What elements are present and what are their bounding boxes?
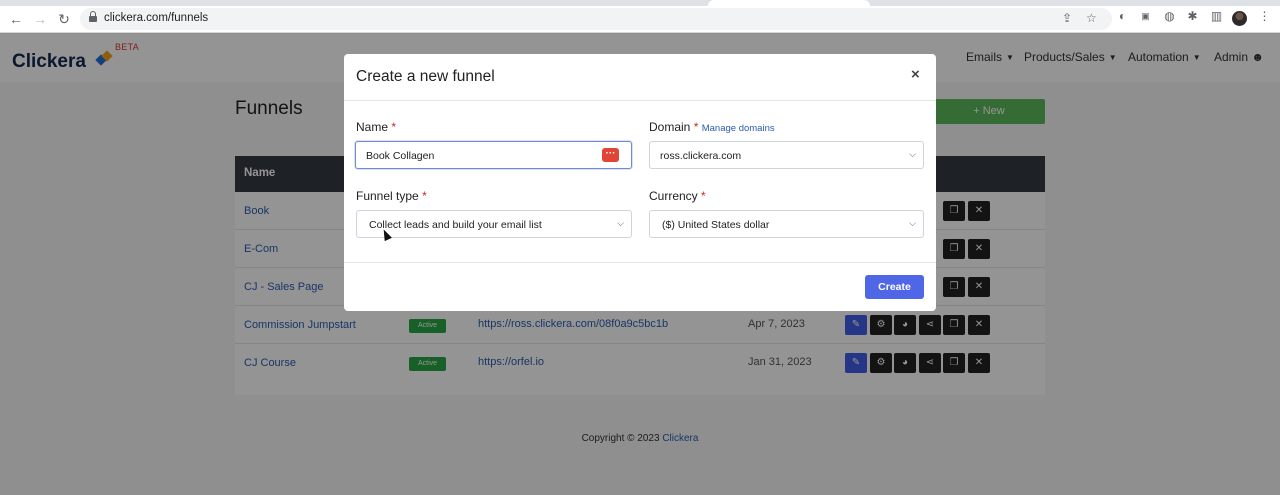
share-icon[interactable]: ⇪ xyxy=(1062,11,1072,25)
globe-icon[interactable]: ◍ xyxy=(1163,10,1176,23)
currency-select-value: ($) United States dollar xyxy=(662,219,770,231)
name-label: Name * xyxy=(356,120,397,134)
name-input[interactable]: Book Collagen ··· xyxy=(355,141,632,169)
extension-icon-1[interactable]: ◐ xyxy=(1116,10,1129,23)
bookmark-star-icon[interactable]: ☆ xyxy=(1086,11,1097,25)
password-manager-icon[interactable]: ··· xyxy=(602,148,619,162)
funnel-type-select-value: Collect leads and build your email list xyxy=(369,219,542,231)
manage-domains-link[interactable]: Manage domains xyxy=(702,123,775,134)
modal-title: Create a new funnel xyxy=(356,68,495,85)
browser-toolbar: ← → ↻ clickera.com/funnels ⇪ ☆ ◐ ▣ ◍ ✱ ▥… xyxy=(0,6,1280,33)
chevron-down-icon: ⌵ xyxy=(617,218,624,228)
forward-icon[interactable]: → xyxy=(31,10,49,28)
puzzle-icon[interactable]: ✱ xyxy=(1186,10,1199,23)
domain-select[interactable]: ross.clickera.com ⌵ xyxy=(649,141,924,169)
back-icon[interactable]: ← xyxy=(7,10,25,28)
domain-select-value: ross.clickera.com xyxy=(660,150,742,162)
create-funnel-modal: Create a new funnel × Name * Book Collag… xyxy=(344,54,936,311)
name-input-value[interactable]: Book Collagen xyxy=(366,150,434,162)
extension-icon-2[interactable]: ▣ xyxy=(1139,10,1152,23)
modal-divider xyxy=(344,262,936,263)
reload-icon[interactable]: ↻ xyxy=(55,10,73,28)
create-button[interactable]: Create xyxy=(865,275,924,299)
address-bar[interactable]: clickera.com/funnels ⇪ ☆ xyxy=(80,8,1112,30)
url-text[interactable]: clickera.com/funnels xyxy=(104,12,208,24)
more-menu-icon[interactable]: ⋮ xyxy=(1258,10,1271,23)
profile-avatar[interactable] xyxy=(1232,11,1247,26)
close-icon[interactable]: × xyxy=(911,66,920,83)
currency-select[interactable]: ($) United States dollar ⌵ xyxy=(649,210,924,238)
domain-label: Domain * Manage domains xyxy=(649,120,775,134)
funnel-type-select[interactable]: Collect leads and build your email list … xyxy=(356,210,632,238)
funnel-type-label: Funnel type * xyxy=(356,189,427,203)
chevron-down-icon: ⌵ xyxy=(909,218,916,228)
lock-icon[interactable] xyxy=(89,11,97,23)
currency-label: Currency * xyxy=(649,189,706,203)
sidebar-icon[interactable]: ▥ xyxy=(1210,10,1223,23)
modal-header: Create a new funnel × xyxy=(344,54,936,101)
chevron-down-icon: ⌵ xyxy=(909,149,916,159)
